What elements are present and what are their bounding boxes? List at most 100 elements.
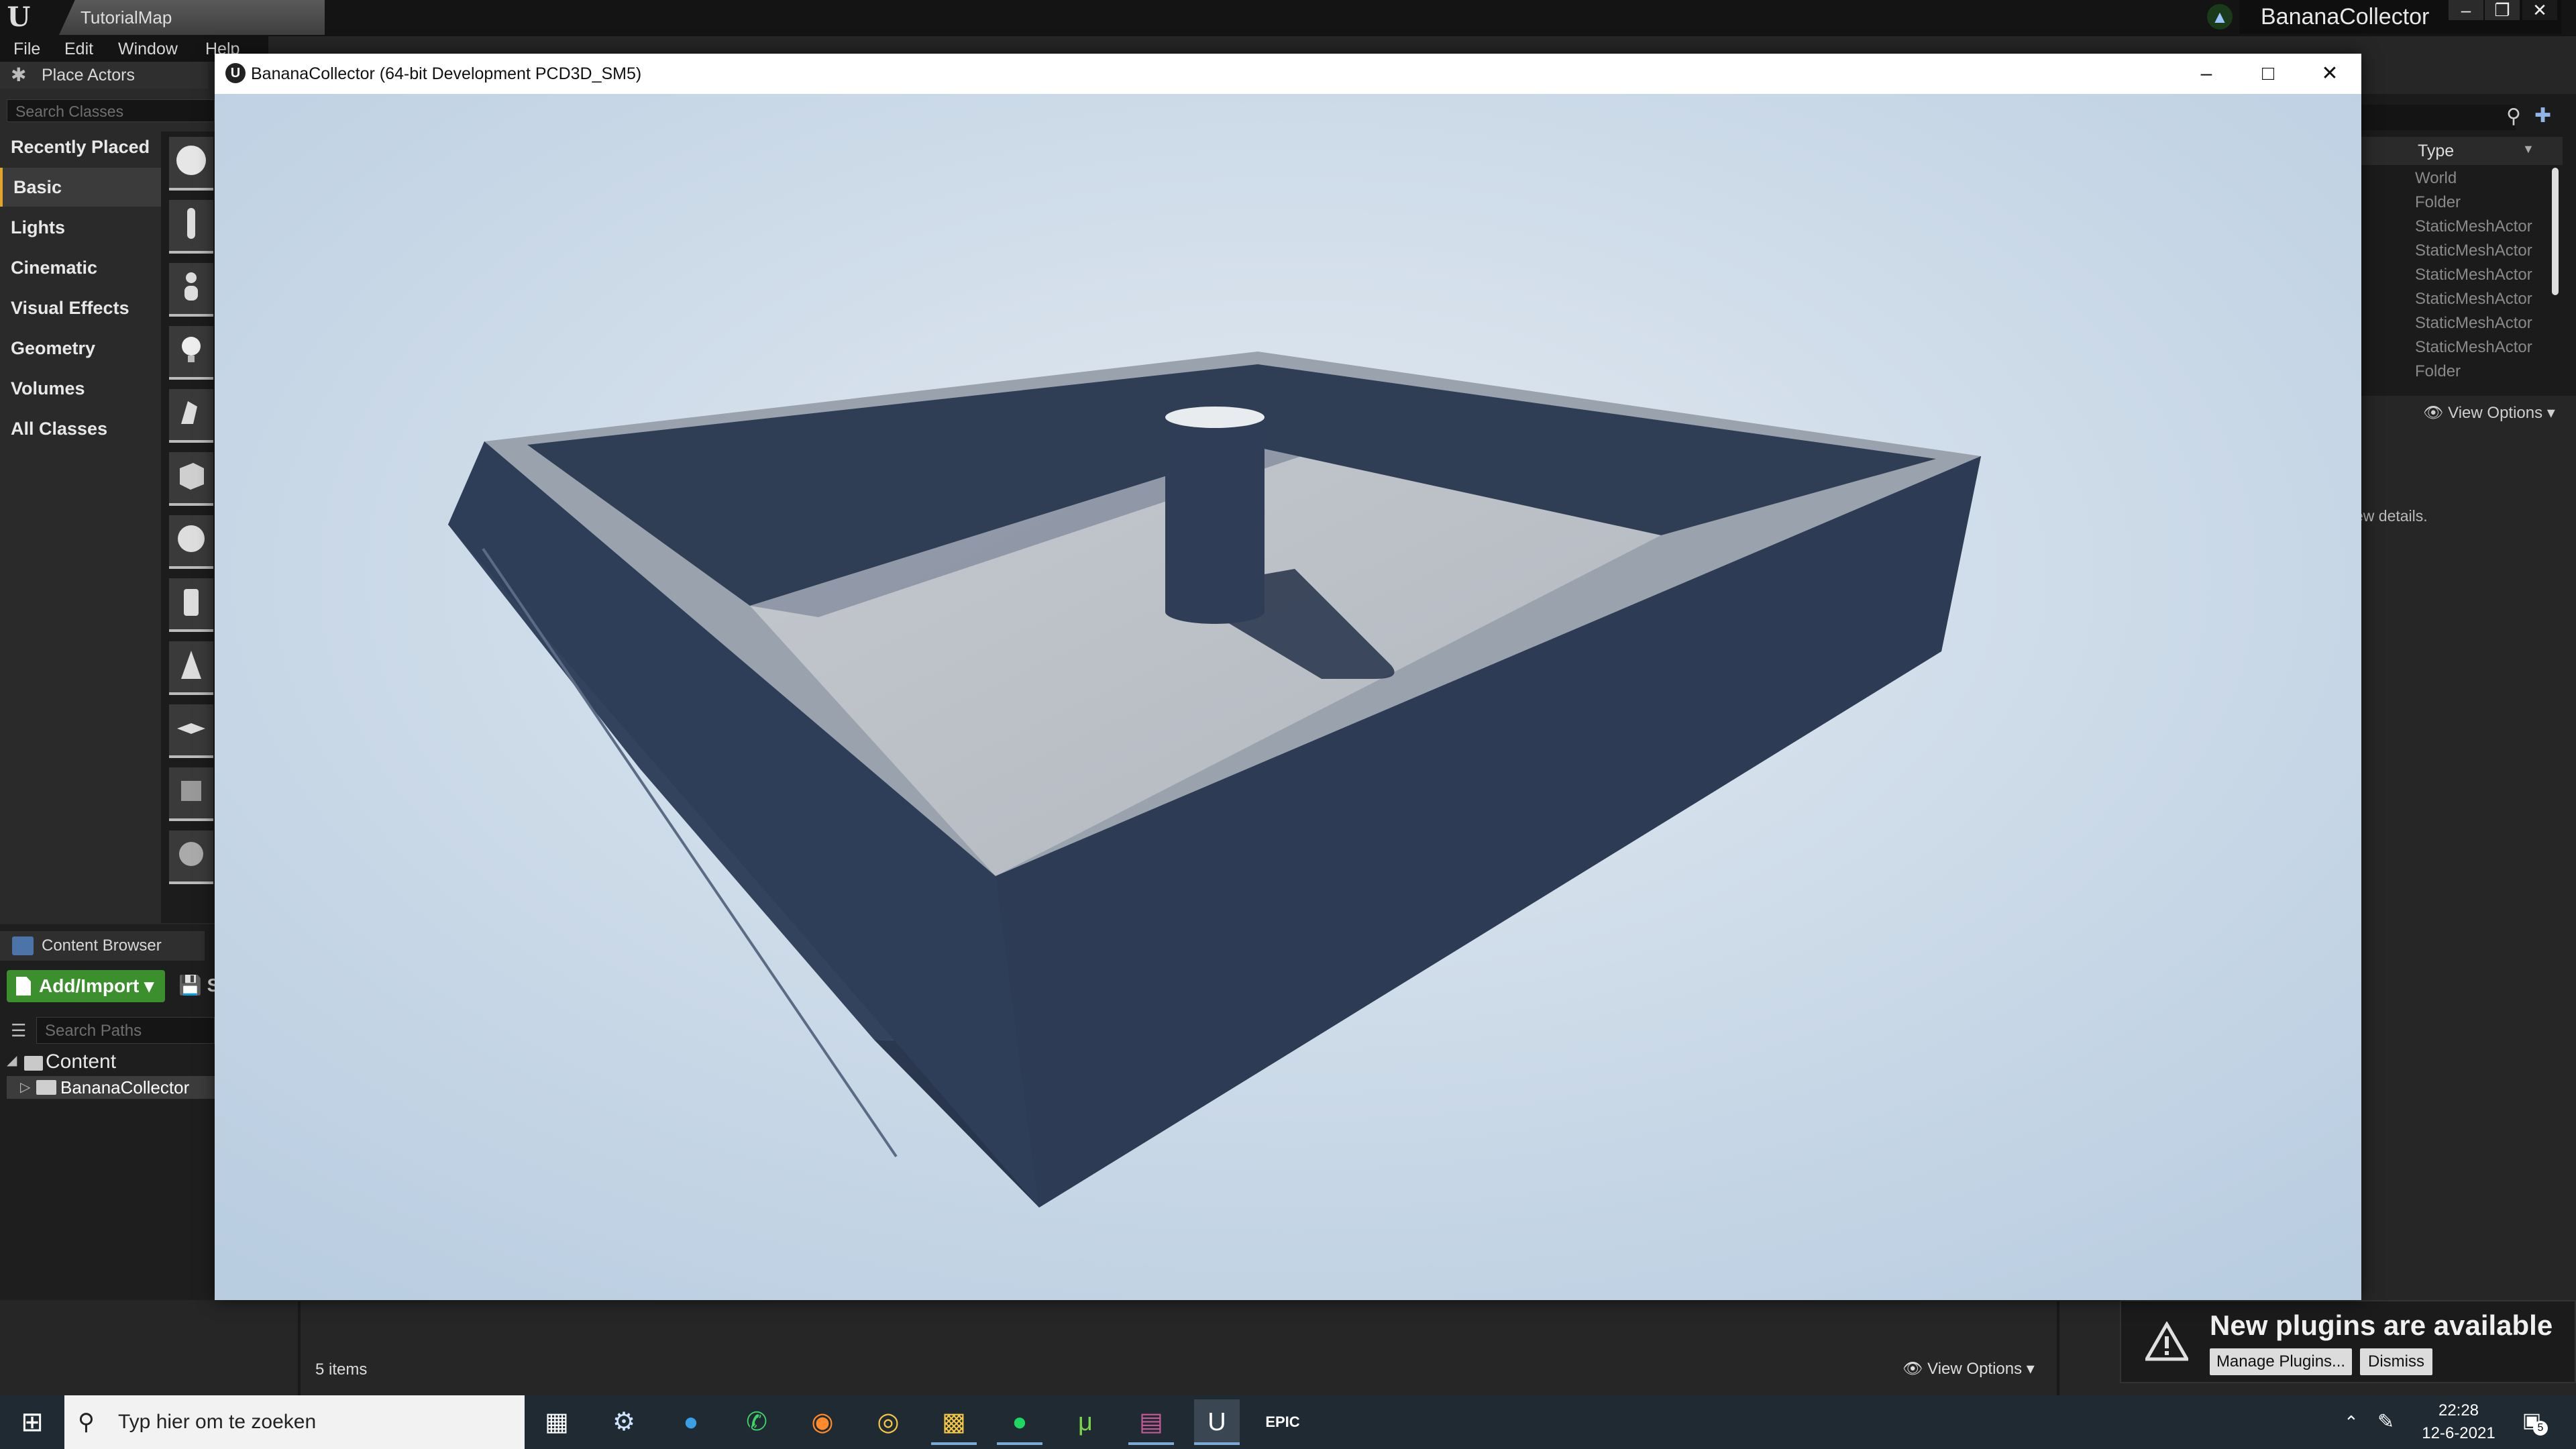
splitter[interactable] <box>298 1301 301 1395</box>
cylinder-top <box>1165 407 1265 428</box>
actor-sphere-trigger[interactable] <box>169 830 213 884</box>
actor-empty-pawn[interactable] <box>169 263 213 317</box>
add-import-label: Add/Import <box>39 975 140 996</box>
category-volumes[interactable]: Volumes <box>0 369 161 408</box>
menu-window[interactable]: Window <box>118 36 178 62</box>
search-classes-input[interactable]: Search Classes <box>7 99 215 122</box>
category-basic[interactable]: Basic <box>0 168 161 207</box>
outliner-row-type[interactable]: StaticMeshActor <box>2415 335 2532 360</box>
outliner-row-type[interactable]: StaticMeshActor <box>2415 239 2532 263</box>
sources-toggle-icon[interactable]: ☰ <box>11 1021 31 1040</box>
taskbar-clock[interactable]: 22:28 12-6-2021 <box>2415 1399 2502 1445</box>
tree-collapse-icon[interactable]: ▷ <box>20 1077 30 1097</box>
actor-player-start[interactable] <box>169 389 213 443</box>
game-minimize-button[interactable]: – <box>2176 56 2237 91</box>
type-header-label: Type <box>2418 142 2455 160</box>
actor-sphere[interactable] <box>169 515 213 569</box>
outliner-view-options-button[interactable]: 👁 View Options ▾ <box>2423 400 2555 427</box>
outliner-row-type[interactable]: StaticMeshActor <box>2415 311 2532 335</box>
folder-icon <box>24 1056 43 1071</box>
game-maximize-button[interactable]: □ <box>2238 56 2298 91</box>
sort-arrow-icon[interactable]: ▼ <box>2522 142 2534 156</box>
firefox-icon[interactable]: ◉ <box>800 1399 845 1445</box>
splitter[interactable] <box>2057 1301 2059 1395</box>
items-count: 5 items <box>315 1360 368 1379</box>
place-actors-icon: ✱ <box>11 64 27 85</box>
unreal-engine-icon[interactable]: U <box>1194 1399 1240 1445</box>
category-lights[interactable]: Lights <box>0 208 161 247</box>
outliner-row-type[interactable]: StaticMeshActor <box>2415 215 2532 239</box>
tree-item-content[interactable]: Content <box>46 1051 116 1073</box>
edge-icon[interactable]: ● <box>668 1399 714 1445</box>
save-all-button[interactable]: 💾 S <box>178 974 219 996</box>
epic-games-icon[interactable]: EPIC <box>1260 1399 1305 1445</box>
dismiss-button[interactable]: Dismiss <box>2360 1348 2432 1375</box>
editor-maximize-button[interactable]: ❐ <box>2485 0 2520 20</box>
windows-start-icon[interactable]: ⊞ <box>0 1395 64 1449</box>
view-options-label: View Options <box>1927 1360 2023 1378</box>
pen-icon[interactable]: ✎ <box>2377 1395 2394 1449</box>
menu-edit[interactable]: Edit <box>64 36 93 62</box>
clock-date: 12-6-2021 <box>2422 1424 2496 1442</box>
task-view-icon[interactable]: ▦ <box>534 1399 580 1445</box>
view-options-label: View Options <box>2448 404 2543 422</box>
actor-empty-character[interactable] <box>169 200 213 254</box>
tray-chevron-icon[interactable]: ⌃ <box>2344 1395 2359 1449</box>
editor-close-button[interactable]: ✕ <box>2522 0 2557 20</box>
actor-cylinder[interactable] <box>169 578 213 632</box>
notification-count-badge: 5 <box>2533 1421 2548 1436</box>
details-hint-text: ew details. <box>2355 507 2428 525</box>
search-paths-input[interactable]: Search Paths <box>36 1017 215 1044</box>
folder-icon <box>36 1080 56 1095</box>
game-window-title: BananaCollector (64-bit Development PCD3… <box>251 64 642 83</box>
tree-item-project[interactable]: BananaCollector <box>60 1076 189 1099</box>
new-file-icon <box>16 977 31 996</box>
category-cinematic[interactable]: Cinematic <box>0 248 161 287</box>
steam-icon[interactable]: ⚙ <box>601 1399 647 1445</box>
category-geometry[interactable]: Geometry <box>0 329 161 368</box>
menu-file[interactable]: File <box>13 36 40 62</box>
winrar-icon[interactable]: ▤ <box>1128 1399 1174 1445</box>
manage-plugins-button[interactable]: Manage Plugins... <box>2210 1348 2352 1375</box>
actor-cube[interactable] <box>169 452 213 506</box>
clock-time: 22:28 <box>2438 1401 2479 1419</box>
actor-cone[interactable] <box>169 641 213 695</box>
warning-icon <box>2145 1322 2188 1361</box>
content-view-options-button[interactable]: 👁 View Options ▾ <box>1902 1359 2035 1379</box>
actor-empty-actor[interactable] <box>169 137 213 191</box>
game-close-button[interactable]: ✕ <box>2300 56 2360 91</box>
outliner-row-type[interactable]: World <box>2415 166 2457 191</box>
cylinder-body <box>1165 417 1265 612</box>
notification-title: New plugins are available <box>2210 1309 2553 1341</box>
level-tab[interactable]: TutorialMap <box>59 0 325 35</box>
tree-expand-icon[interactable]: ◢ <box>7 1052 17 1069</box>
details-panel <box>2361 443 2576 1288</box>
outliner-row-type[interactable]: StaticMeshActor <box>2415 263 2532 287</box>
outliner-row-type[interactable]: StaticMeshActor <box>2415 287 2532 311</box>
unreal-app-icon: U <box>225 63 246 83</box>
source-control-icon[interactable]: ▲ <box>2207 4 2233 30</box>
actor-plane[interactable] <box>169 704 213 758</box>
project-name: BananaCollector <box>2261 4 2430 30</box>
spotify-icon[interactable]: ● <box>997 1399 1042 1445</box>
search-icon[interactable]: ⚲ <box>2506 105 2529 129</box>
utorrent-icon[interactable]: μ <box>1063 1399 1108 1445</box>
unreal-logo-icon: U <box>7 1 31 33</box>
search-icon: ⚲ <box>78 1409 95 1435</box>
actor-point-light[interactable] <box>169 326 213 380</box>
outliner-search-input[interactable] <box>2361 105 2516 130</box>
content-browser-icon <box>12 936 34 955</box>
add-actor-icon[interactable]: ✚ <box>2534 103 2561 129</box>
file-explorer-icon[interactable]: ▩ <box>931 1399 977 1445</box>
outliner-scrollbar[interactable] <box>2552 168 2559 295</box>
outliner-row-type[interactable]: Folder <box>2415 360 2461 384</box>
chrome-icon[interactable]: ◎ <box>865 1399 911 1445</box>
whatsapp-icon[interactable]: ✆ <box>734 1399 780 1445</box>
outliner-row-type[interactable]: Folder <box>2415 191 2461 215</box>
category-all-classes[interactable]: All Classes <box>0 409 161 448</box>
game-viewport[interactable] <box>215 94 2361 1300</box>
category-recently-placed[interactable]: Recently Placed <box>0 127 161 166</box>
category-visual-effects[interactable]: Visual Effects <box>0 288 161 327</box>
actor-box-trigger[interactable] <box>169 767 213 821</box>
editor-minimize-button[interactable]: – <box>2449 0 2483 20</box>
